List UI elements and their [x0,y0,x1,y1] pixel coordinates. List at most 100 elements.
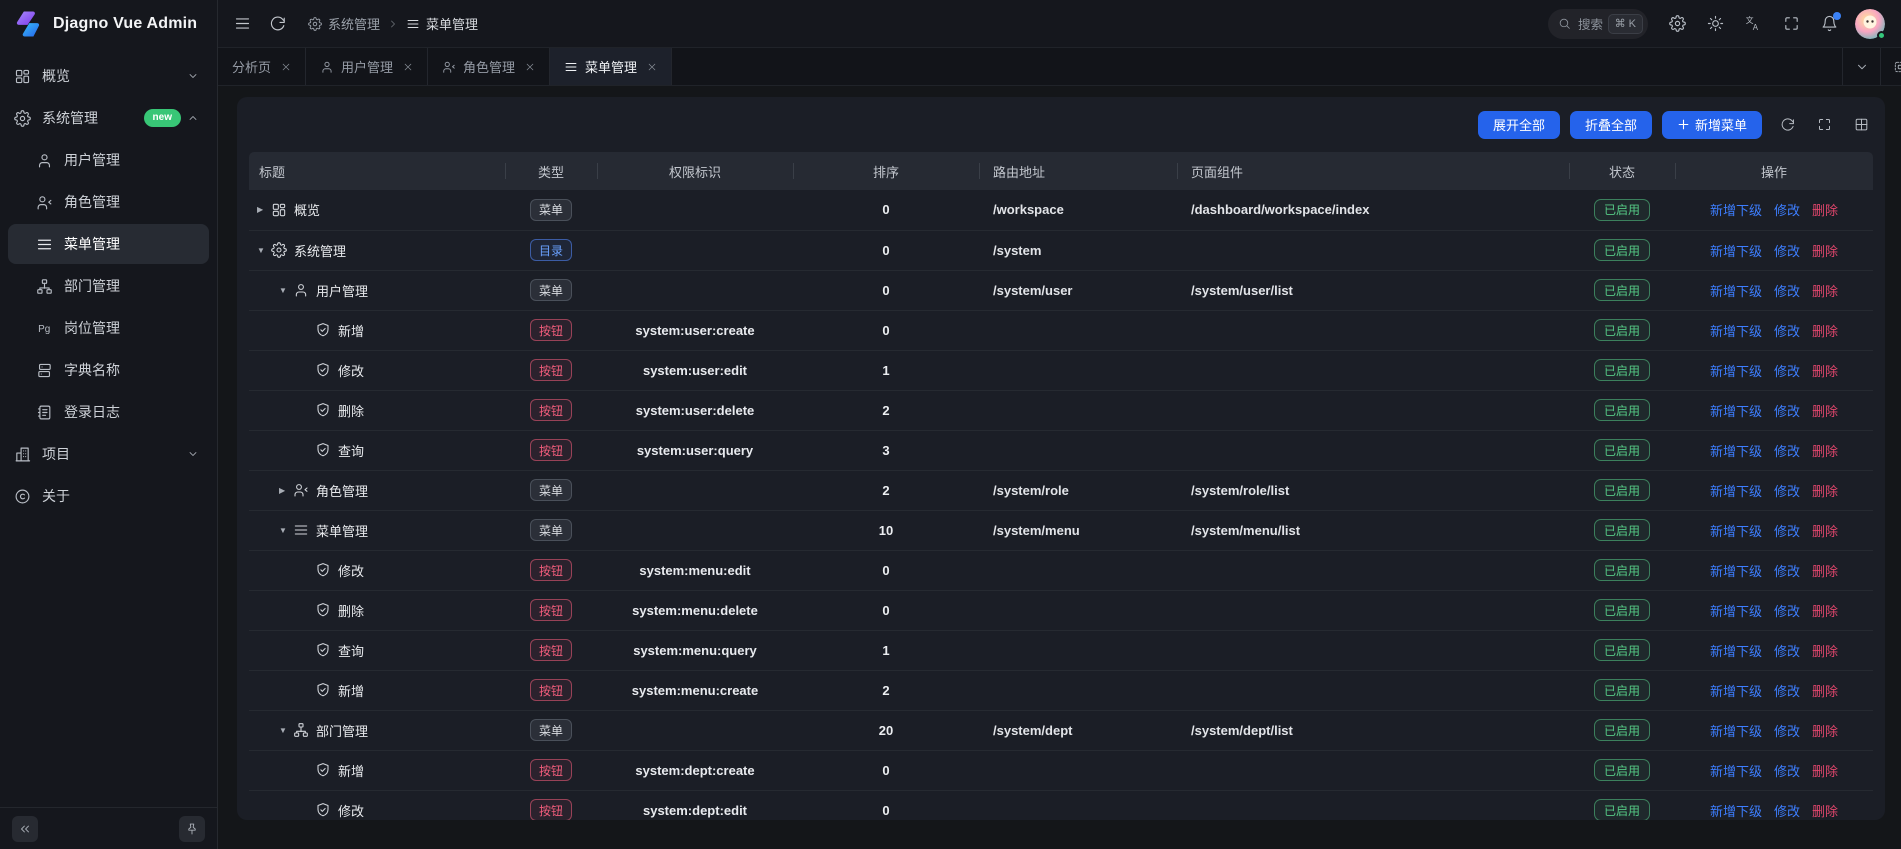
action-delete[interactable]: 删除 [1812,804,1838,819]
table-row[interactable]: ▼系统管理目录0/system已启用新增下级修改删除 [249,230,1873,270]
tab-users[interactable]: 用户管理 [306,48,428,85]
table-row[interactable]: 新增按钮system:menu:create2已启用新增下级修改删除 [249,670,1873,710]
breadcrumb-parent[interactable]: 系统管理 [308,14,380,33]
collapse-sidebar-button[interactable] [12,816,38,842]
row-expand-toggle[interactable]: ▼ [279,286,293,295]
sidebar-item-depts[interactable]: 部门管理 [8,266,209,306]
pin-sidebar-button[interactable] [179,816,205,842]
sidebar-item-roles[interactable]: 角色管理 [8,182,209,222]
table-row[interactable]: ▼部门管理菜单20/system/dept/system/dept/list已启… [249,710,1873,750]
action-edit[interactable]: 修改 [1774,404,1800,419]
table-row[interactable]: 删除按钮system:user:delete2已启用新增下级修改删除 [249,390,1873,430]
action-add-child[interactable]: 新增下级 [1710,244,1762,259]
row-expand-toggle[interactable]: ▼ [279,526,293,535]
fullscreen-button[interactable] [1783,15,1800,32]
action-delete[interactable]: 删除 [1812,644,1838,659]
sidebar-item-project[interactable]: 项目 [8,434,209,474]
sidebar-toggle-button[interactable] [234,15,251,32]
action-add-child[interactable]: 新增下级 [1710,684,1762,699]
tab-close-icon[interactable] [281,62,291,72]
theme-toggle-button[interactable] [1707,15,1724,32]
action-add-child[interactable]: 新增下级 [1710,324,1762,339]
action-add-child[interactable]: 新增下级 [1710,804,1762,819]
sidebar-item-posts[interactable]: 岗位管理 [8,308,209,348]
expand-all-button[interactable]: 展开全部 [1478,111,1560,139]
app-logo[interactable]: Djagno Vue Admin [0,0,217,48]
sidebar-item-dict[interactable]: 字典名称 [8,350,209,390]
table-row[interactable]: 新增按钮system:dept:create0已启用新增下级修改删除 [249,750,1873,790]
action-delete[interactable]: 删除 [1812,484,1838,499]
sidebar-item-users[interactable]: 用户管理 [8,140,209,180]
tab-menus[interactable]: 菜单管理 [550,48,672,85]
action-add-child[interactable]: 新增下级 [1710,404,1762,419]
action-edit[interactable]: 修改 [1774,564,1800,579]
action-edit[interactable]: 修改 [1774,644,1800,659]
tab-close-icon[interactable] [525,62,535,72]
action-add-child[interactable]: 新增下级 [1710,444,1762,459]
settings-button[interactable] [1669,15,1686,32]
action-edit[interactable]: 修改 [1774,764,1800,779]
row-expand-toggle[interactable]: ▶ [279,486,293,495]
action-delete[interactable]: 删除 [1812,724,1838,739]
action-delete[interactable]: 删除 [1812,564,1838,579]
action-delete[interactable]: 删除 [1812,604,1838,619]
sidebar-item-menus[interactable]: 菜单管理 [8,224,209,264]
action-delete[interactable]: 删除 [1812,324,1838,339]
table-row[interactable]: 查询按钮system:user:query3已启用新增下级修改删除 [249,430,1873,470]
action-edit[interactable]: 修改 [1774,364,1800,379]
action-edit[interactable]: 修改 [1774,284,1800,299]
sidebar-item-overview[interactable]: 概览 [8,56,209,96]
action-edit[interactable]: 修改 [1774,444,1800,459]
action-edit[interactable]: 修改 [1774,804,1800,819]
content-snapshot-button[interactable] [1880,48,1901,85]
page-refresh-button[interactable] [269,15,286,32]
language-button[interactable] [1745,15,1762,32]
action-delete[interactable]: 删除 [1812,203,1838,218]
action-edit[interactable]: 修改 [1774,604,1800,619]
row-expand-toggle[interactable]: ▶ [257,205,271,214]
row-expand-toggle[interactable]: ▼ [257,246,271,255]
action-add-child[interactable]: 新增下级 [1710,644,1762,659]
action-edit[interactable]: 修改 [1774,484,1800,499]
action-delete[interactable]: 删除 [1812,284,1838,299]
global-search[interactable]: 搜索 ⌘ K [1548,9,1648,39]
table-row[interactable]: 查询按钮system:menu:query1已启用新增下级修改删除 [249,630,1873,670]
table-row[interactable]: 删除按钮system:menu:delete0已启用新增下级修改删除 [249,590,1873,630]
row-expand-toggle[interactable]: ▼ [279,726,293,735]
column-settings-button[interactable] [1854,117,1869,132]
action-delete[interactable]: 删除 [1812,764,1838,779]
action-edit[interactable]: 修改 [1774,203,1800,218]
table-refresh-button[interactable] [1780,117,1795,132]
user-avatar[interactable] [1855,9,1885,39]
tabs-dropdown-button[interactable] [1842,48,1880,85]
action-add-child[interactable]: 新增下级 [1710,484,1762,499]
action-add-child[interactable]: 新增下级 [1710,724,1762,739]
action-edit[interactable]: 修改 [1774,684,1800,699]
action-add-child[interactable]: 新增下级 [1710,284,1762,299]
action-delete[interactable]: 删除 [1812,684,1838,699]
table-row[interactable]: 修改按钮system:menu:edit0已启用新增下级修改删除 [249,550,1873,590]
action-delete[interactable]: 删除 [1812,364,1838,379]
sidebar-item-about[interactable]: 关于 [8,476,209,516]
action-delete[interactable]: 删除 [1812,244,1838,259]
action-add-child[interactable]: 新增下级 [1710,364,1762,379]
collapse-all-button[interactable]: 折叠全部 [1570,111,1652,139]
tab-close-icon[interactable] [647,62,657,72]
add-menu-button[interactable]: 新增菜单 [1662,111,1762,139]
notifications-button[interactable] [1821,15,1838,32]
action-edit[interactable]: 修改 [1774,324,1800,339]
table-row[interactable]: ▼菜单管理菜单10/system/menu/system/menu/list已启… [249,510,1873,550]
action-edit[interactable]: 修改 [1774,244,1800,259]
action-add-child[interactable]: 新增下级 [1710,764,1762,779]
table-row[interactable]: ▼用户管理菜单0/system/user/system/user/list已启用… [249,270,1873,310]
table-row[interactable]: ▶概览菜单0/workspace/dashboard/workspace/ind… [249,190,1873,230]
breadcrumb-current[interactable]: 菜单管理 [406,14,478,33]
action-add-child[interactable]: 新增下级 [1710,604,1762,619]
sidebar-item-system[interactable]: 系统管理new [8,98,209,138]
table-fullscreen-button[interactable] [1817,117,1832,132]
action-delete[interactable]: 删除 [1812,404,1838,419]
table-row[interactable]: ▶角色管理菜单2/system/role/system/role/list已启用… [249,470,1873,510]
sidebar-item-login-log[interactable]: 登录日志 [8,392,209,432]
table-row[interactable]: 新增按钮system:user:create0已启用新增下级修改删除 [249,310,1873,350]
action-delete[interactable]: 删除 [1812,524,1838,539]
